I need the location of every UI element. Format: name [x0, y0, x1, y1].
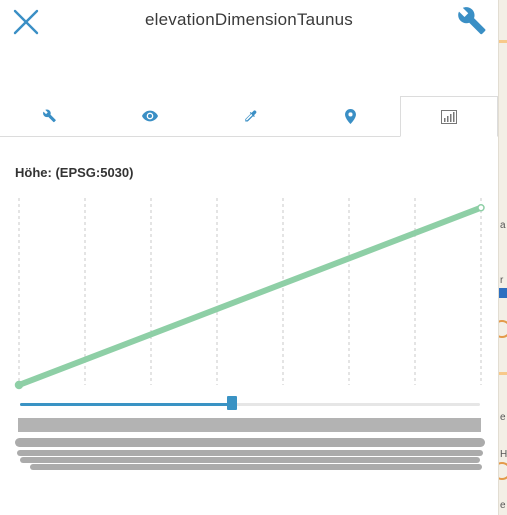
wrench-icon: [458, 7, 486, 35]
elevation-line: [16, 204, 484, 388]
redacted-text: [17, 450, 483, 456]
panel-title: elevationDimensionTaunus: [145, 10, 353, 29]
elevation-chart: [14, 198, 485, 390]
wrench-icon: [43, 109, 56, 123]
eye-icon: [142, 110, 158, 122]
tab-style[interactable]: [200, 96, 300, 136]
elevation-point: [477, 203, 485, 212]
map-label-fragment: e: [500, 500, 506, 511]
panel-header: elevationDimensionTaunus: [0, 0, 498, 96]
map-road: [499, 40, 507, 43]
elevation-point: [14, 380, 24, 390]
tab-bar: [0, 96, 498, 137]
map-label-fragment: a: [500, 220, 506, 231]
close-button[interactable]: [12, 8, 40, 36]
tab-settings[interactable]: [0, 96, 100, 136]
map-ring: [499, 320, 507, 338]
map-ring: [499, 462, 507, 480]
map-marker: [499, 288, 507, 298]
elevation-chart-icon: [441, 109, 457, 124]
slider-fill: [20, 403, 232, 406]
tab-elevation[interactable]: [400, 96, 498, 137]
tool-panel: elevationDimensionTaunus Höhe: (EPSG:503…: [0, 0, 498, 515]
map-background: a r e H e: [498, 0, 507, 515]
slider-handle[interactable]: [226, 396, 237, 410]
map-pin-icon: [344, 108, 356, 124]
map-label-fragment: e: [500, 412, 506, 423]
close-icon: [13, 9, 39, 35]
redacted-text: [15, 438, 485, 447]
map-road: [499, 372, 507, 375]
profile-bar: [18, 418, 481, 432]
redacted-text: [30, 464, 482, 470]
redacted-text: [20, 457, 480, 463]
elevation-label: Höhe: (EPSG:5030): [15, 165, 134, 180]
tab-location[interactable]: [300, 96, 400, 136]
tab-visibility[interactable]: [100, 96, 200, 136]
map-label-fragment: H: [500, 449, 507, 460]
eyedropper-icon: [244, 110, 256, 121]
map-label-fragment: r: [500, 275, 504, 286]
tool-settings-button[interactable]: [458, 6, 488, 36]
